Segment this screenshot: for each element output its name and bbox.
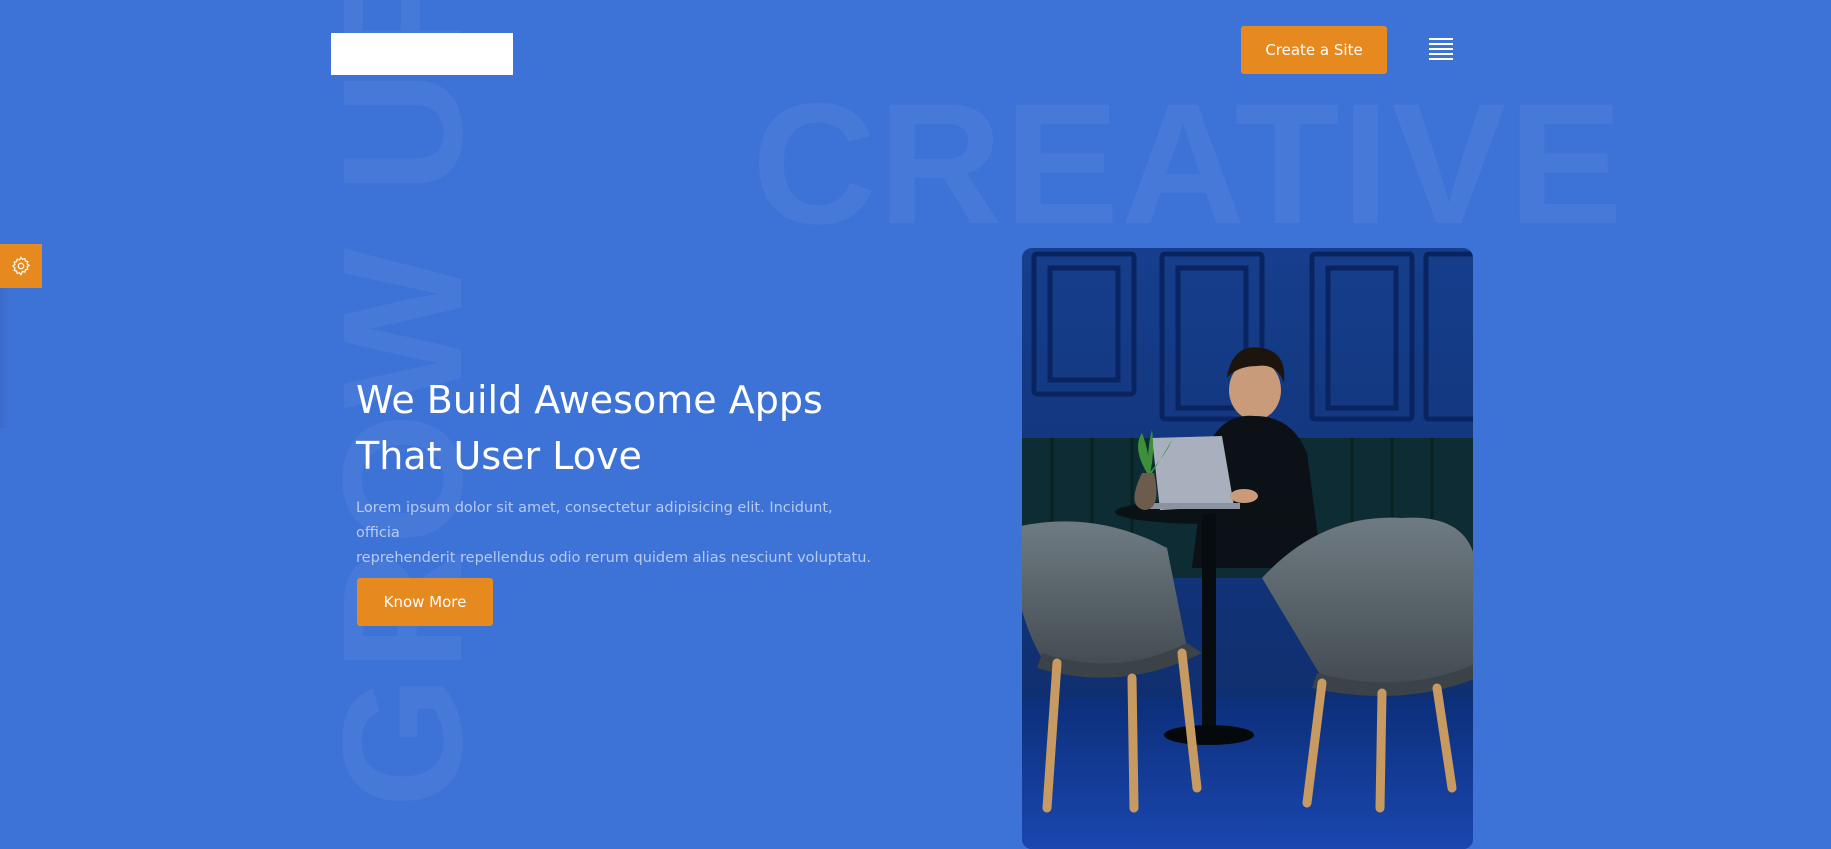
side-panel-shadow bbox=[0, 288, 10, 428]
hero-description: Lorem ipsum dolor sit amet, consectetur … bbox=[356, 496, 876, 571]
hero-description-line-2: reprehenderit repellendus odio rerum qui… bbox=[356, 550, 872, 566]
hamburger-icon[interactable] bbox=[1429, 38, 1453, 60]
logo[interactable] bbox=[331, 33, 513, 75]
background-text-creative: CREATIVE bbox=[752, 68, 1625, 260]
settings-toggle-button[interactable] bbox=[0, 244, 42, 288]
gear-icon bbox=[12, 256, 31, 276]
hero-image bbox=[1022, 248, 1473, 849]
know-more-button[interactable]: Know More bbox=[357, 578, 493, 626]
hero-title: We Build Awesome Apps That User Love bbox=[356, 372, 916, 484]
hero-title-line-2: That User Love bbox=[356, 434, 642, 478]
hero-description-line-1: Lorem ipsum dolor sit amet, consectetur … bbox=[356, 500, 833, 541]
create-site-button[interactable]: Create a Site bbox=[1241, 26, 1387, 74]
hero-title-line-1: We Build Awesome Apps bbox=[356, 378, 823, 422]
